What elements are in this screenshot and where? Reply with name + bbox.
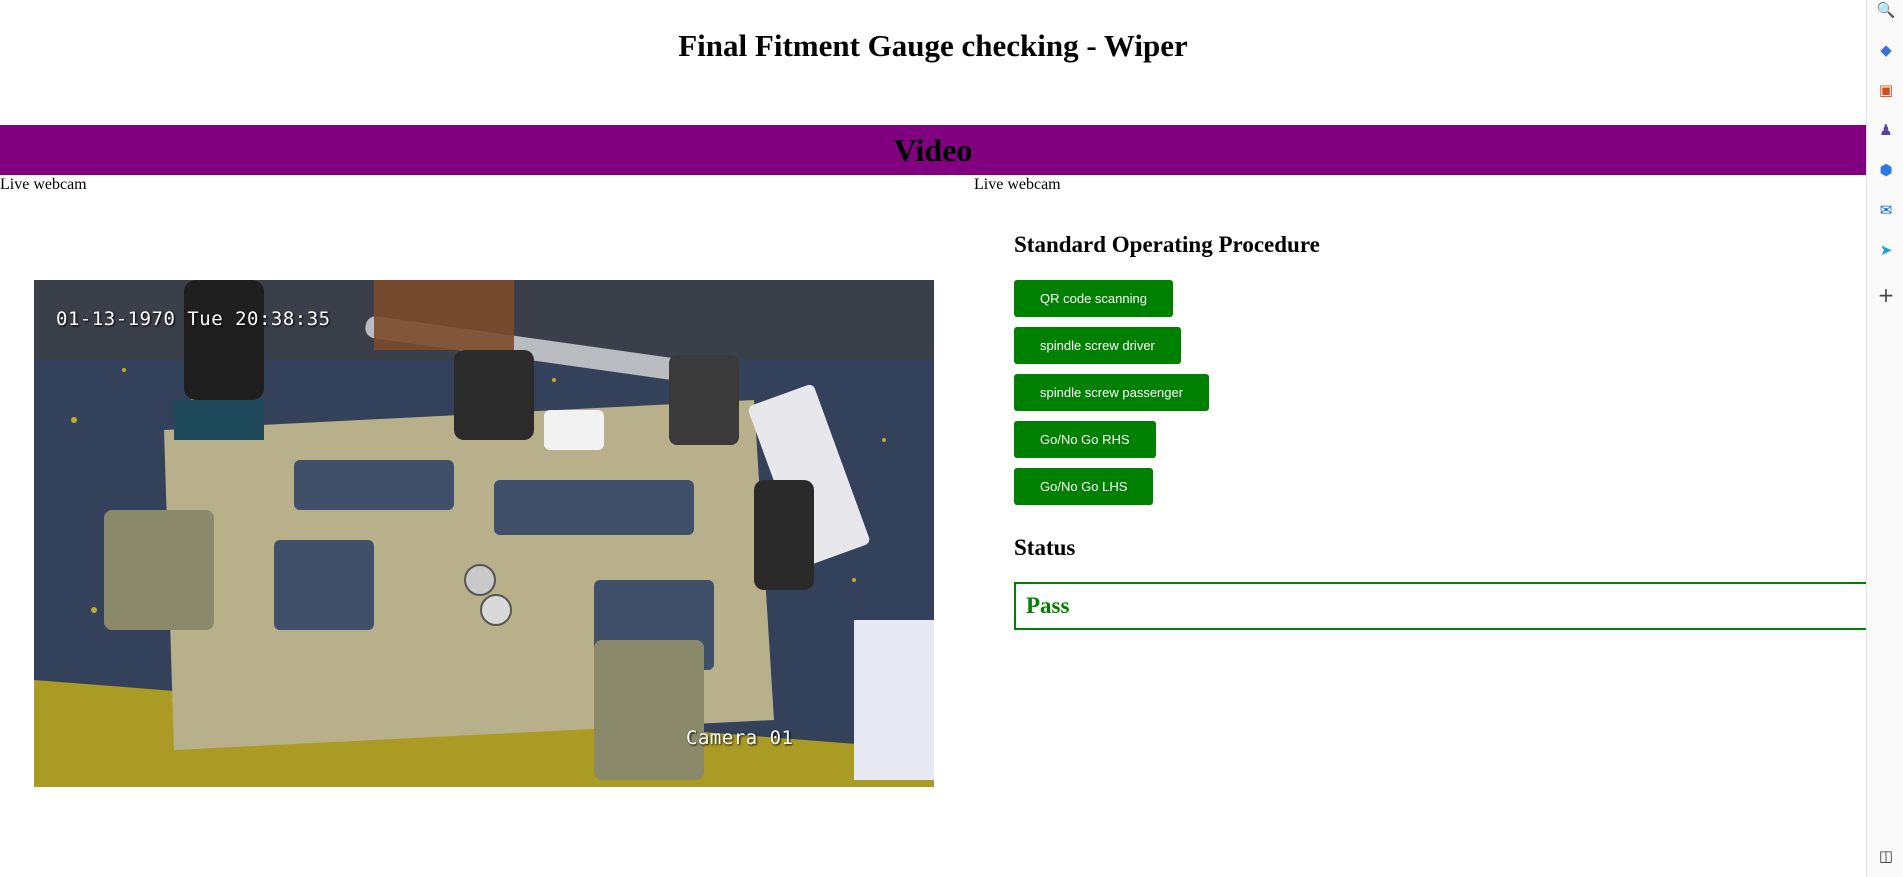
- chess-icon[interactable]: ♟: [1876, 120, 1896, 140]
- tag-icon[interactable]: ◆: [1876, 40, 1896, 60]
- webcam-label-left: Live webcam: [0, 176, 87, 193]
- camera-scene: [34, 280, 934, 787]
- go-no-go-rhs-button[interactable]: Go/No Go RHS: [1014, 421, 1156, 458]
- sop-title: Standard Operating Procedure: [1014, 232, 1320, 257]
- camera-name: Camera 01: [686, 727, 794, 749]
- spindle-screw-driver-button[interactable]: spindle screw driver: [1014, 327, 1181, 364]
- search-icon[interactable]: 🔍: [1876, 0, 1896, 20]
- qr-code-scanning-button[interactable]: QR code scanning: [1014, 280, 1173, 317]
- spindle-screw-passenger-button[interactable]: spindle screw passenger: [1014, 374, 1210, 411]
- add-icon[interactable]: +: [1876, 285, 1896, 305]
- toolbox-icon[interactable]: ▣: [1876, 80, 1896, 100]
- panel-toggle-icon[interactable]: ◫: [1876, 846, 1896, 866]
- status-title: Status: [1014, 535, 1076, 560]
- camera-timestamp: 01-13-1970 Tue 20:38:35: [56, 308, 331, 330]
- copilot-icon[interactable]: ⬢: [1876, 160, 1896, 180]
- browser-sidebar: 🔍 ◆ ▣ ♟ ⬢ ✉ ➤ + ◫: [1866, 0, 1903, 877]
- camera-feed: 01-13-1970 Tue 20:38:35 Camera 01: [34, 280, 934, 787]
- video-banner: Video: [0, 125, 1866, 175]
- page-title: Final Fitment Gauge checking - Wiper: [678, 28, 1188, 63]
- webcam-label-right: Live webcam: [974, 176, 1061, 193]
- outlook-icon[interactable]: ✉: [1876, 200, 1896, 220]
- status-value: Pass: [1014, 582, 1866, 630]
- go-no-go-lhs-button[interactable]: Go/No Go LHS: [1014, 468, 1154, 505]
- sop-button-list: QR code scanning spindle screw driver sp…: [1014, 280, 1210, 515]
- paper-plane-icon[interactable]: ➤: [1876, 240, 1896, 260]
